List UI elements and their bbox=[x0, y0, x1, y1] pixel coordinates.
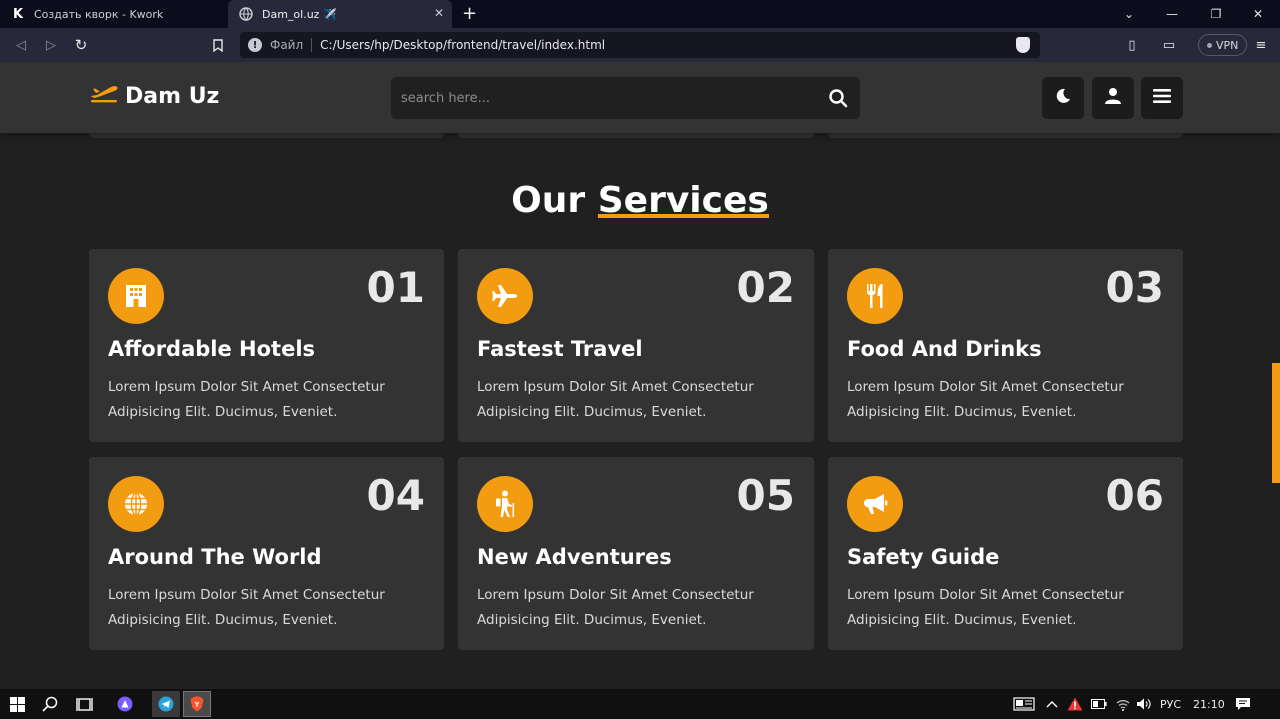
site-header: Dam Uz bbox=[0, 62, 1280, 133]
hiking-icon bbox=[477, 476, 533, 532]
plane-icon bbox=[477, 268, 533, 324]
tab-search-chevron-icon[interactable]: ⌄ bbox=[1107, 0, 1151, 28]
card-number: 02 bbox=[736, 263, 795, 312]
tab-kwork[interactable]: K Создать кворк - Kwork bbox=[0, 0, 226, 28]
clock[interactable]: 21:10 bbox=[1193, 689, 1225, 719]
minimize-icon[interactable]: — bbox=[1150, 0, 1194, 28]
card-description: Lorem Ipsum Dolor Sit Amet Consectetur A… bbox=[477, 379, 754, 420]
search-input[interactable] bbox=[391, 77, 811, 119]
vpn-label: VPN bbox=[1216, 38, 1239, 52]
card-description: Lorem Ipsum Dolor Sit Amet Consectetur A… bbox=[847, 379, 1124, 420]
heading-plain: Our bbox=[511, 180, 586, 221]
bookmark-icon[interactable] bbox=[207, 34, 229, 56]
user-icon bbox=[1104, 87, 1122, 109]
vpn-status-icon bbox=[1207, 42, 1212, 48]
card-title: Affordable Hotels bbox=[108, 337, 316, 361]
card-number: 04 bbox=[366, 471, 425, 520]
plane-logo-icon bbox=[89, 82, 119, 110]
search-taskbar-icon[interactable] bbox=[38, 692, 62, 716]
windows-start-icon[interactable] bbox=[5, 692, 29, 716]
service-card: 03 Food And Drinks Lorem Ipsum Dolor Sit… bbox=[828, 249, 1183, 442]
service-card: 04 Around The World Lorem Ipsum Dolor Si… bbox=[89, 457, 444, 650]
wallet-icon[interactable]: ▭ bbox=[1158, 34, 1180, 56]
card-description: Lorem Ipsum Dolor Sit Amet Consectetur A… bbox=[108, 379, 385, 420]
alice-assistant-icon[interactable] bbox=[113, 692, 137, 716]
menu-button[interactable] bbox=[1141, 77, 1183, 119]
browser-tab-strip: K Создать кворк - Kwork Dam_ol.uz ✈️ ✕ +… bbox=[0, 0, 1280, 28]
address-bar[interactable]: ! Файл C:/Users/hp/Desktop/frontend/trav… bbox=[240, 32, 1040, 58]
card-number: 03 bbox=[1105, 263, 1164, 312]
service-card: 05 New Adventures Lorem Ipsum Dolor Sit … bbox=[458, 457, 814, 650]
service-card: 02 Fastest Travel Lorem Ipsum Dolor Sit … bbox=[458, 249, 814, 442]
restore-icon[interactable]: ❐ bbox=[1194, 0, 1238, 28]
card-title: Fastest Travel bbox=[477, 337, 643, 361]
wifi-icon[interactable] bbox=[1115, 689, 1131, 719]
site-info-icon[interactable]: ! bbox=[248, 38, 262, 52]
chevron-up-icon[interactable] bbox=[1046, 689, 1058, 719]
card-description: Lorem Ipsum Dolor Sit Amet Consectetur A… bbox=[847, 587, 1124, 628]
volume-icon[interactable] bbox=[1136, 689, 1152, 719]
card-number: 06 bbox=[1105, 471, 1164, 520]
url-text[interactable]: C:/Users/hp/Desktop/frontend/travel/inde… bbox=[320, 38, 605, 52]
dark-mode-button[interactable] bbox=[1042, 77, 1084, 119]
card-title: Around The World bbox=[108, 545, 322, 569]
new-tab-icon[interactable]: + bbox=[462, 3, 477, 24]
telegram-taskbar-icon[interactable] bbox=[152, 691, 180, 717]
user-button[interactable] bbox=[1092, 77, 1134, 119]
web-page: Dam Uz Our Services bbox=[0, 62, 1280, 689]
search-box bbox=[391, 77, 860, 119]
section-heading: Our Services bbox=[0, 180, 1280, 221]
globe-icon bbox=[108, 476, 164, 532]
page-scrollbar-thumb[interactable] bbox=[1272, 363, 1280, 483]
card-title: Safety Guide bbox=[847, 545, 1000, 569]
sidebar-icon[interactable]: ▯ bbox=[1121, 34, 1143, 56]
reload-icon[interactable]: ↻ bbox=[70, 34, 92, 56]
warning-icon[interactable] bbox=[1067, 689, 1083, 719]
vpn-button[interactable]: VPN bbox=[1198, 34, 1248, 56]
menu-icon[interactable]: ≡ bbox=[1250, 34, 1272, 56]
card-number: 05 bbox=[736, 471, 795, 520]
brave-shield-icon[interactable] bbox=[1016, 37, 1030, 53]
bullhorn-icon bbox=[847, 476, 903, 532]
site-logo[interactable]: Dam Uz bbox=[89, 82, 219, 110]
file-scheme-label: Файл bbox=[270, 38, 304, 52]
task-view-icon[interactable] bbox=[72, 692, 96, 716]
search-icon[interactable] bbox=[828, 88, 848, 108]
windows-taskbar: РУС 21:10 bbox=[0, 689, 1280, 719]
tab-close-icon[interactable]: ✕ bbox=[434, 6, 444, 20]
card-title: Food And Drinks bbox=[847, 337, 1042, 361]
card-number: 01 bbox=[366, 263, 425, 312]
browser-toolbar: ◁ ▷ ↻ ! Файл C:/Users/hp/Desktop/fronten… bbox=[0, 28, 1280, 62]
utensils-icon bbox=[847, 268, 903, 324]
globe-favicon-icon bbox=[238, 6, 254, 22]
card-description: Lorem Ipsum Dolor Sit Amet Consectetur A… bbox=[108, 587, 385, 628]
battery-icon[interactable] bbox=[1091, 689, 1107, 719]
moon-icon bbox=[1054, 87, 1072, 109]
tab-label: Dam_ol.uz ✈️ bbox=[262, 7, 337, 21]
service-card: 01 Affordable Hotels Lorem Ipsum Dolor S… bbox=[89, 249, 444, 442]
hamburger-icon bbox=[1153, 88, 1171, 108]
forward-icon[interactable]: ▷ bbox=[40, 34, 62, 56]
back-icon[interactable]: ◁ bbox=[10, 34, 32, 56]
divider bbox=[311, 38, 313, 52]
tab-label: Создать кворк - Kwork bbox=[34, 7, 164, 21]
news-widget-icon[interactable] bbox=[1013, 689, 1035, 719]
hotel-icon bbox=[108, 268, 164, 324]
notifications-icon[interactable] bbox=[1235, 689, 1251, 719]
service-card: 06 Safety Guide Lorem Ipsum Dolor Sit Am… bbox=[828, 457, 1183, 650]
card-description: Lorem Ipsum Dolor Sit Amet Consectetur A… bbox=[477, 587, 754, 628]
card-title: New Adventures bbox=[477, 545, 672, 569]
kwork-favicon-icon: K bbox=[12, 6, 24, 22]
close-window-icon[interactable]: ✕ bbox=[1236, 0, 1280, 28]
brave-taskbar-icon[interactable] bbox=[183, 691, 211, 717]
heading-highlight: Services bbox=[597, 180, 769, 221]
tab-damol-active[interactable]: Dam_ol.uz ✈️ ✕ bbox=[228, 0, 452, 28]
logo-text: Dam Uz bbox=[125, 83, 220, 109]
language-indicator[interactable]: РУС bbox=[1160, 689, 1181, 719]
